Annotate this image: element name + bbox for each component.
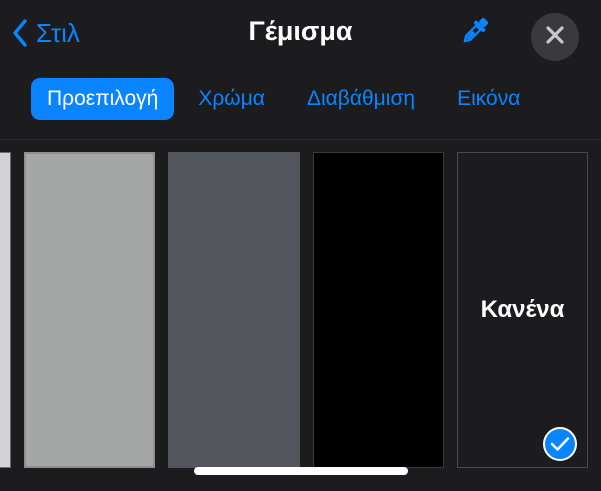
home-indicator [194,467,408,475]
eyedropper-button[interactable] [456,14,492,50]
chevron-left-icon [12,19,28,47]
tab-image[interactable]: Εικόνα [457,78,520,120]
page-title: Γέμισμα [248,16,353,46]
checkmark-icon [543,427,577,461]
back-button[interactable]: Στιλ [12,14,80,52]
swatch-none[interactable]: Κανένα [457,152,588,468]
tab-default[interactable]: Προεπιλογή [31,78,175,120]
swatch-partial[interactable] [0,152,11,468]
close-button[interactable] [531,13,579,61]
divider [0,139,601,140]
swatch-dark-gray[interactable] [168,152,300,468]
close-icon [545,25,565,50]
tab-gradient[interactable]: Διαβάθμιση [307,78,415,120]
eyedropper-icon [456,17,492,54]
swatch-light-gray[interactable] [24,152,155,468]
swatch-none-label: Κανένα [480,296,565,323]
tab-color[interactable]: Χρώμα [198,78,265,120]
segmented-tabs: Προεπιλογή Χρώμα Διαβάθμιση Εικόνα [31,78,520,120]
fill-panel: Στιλ Γέμισμα Προεπιλογή Χρώμα Διαβάθμιση… [0,0,601,491]
swatch-strip[interactable]: Κανένα [0,152,601,470]
header: Στιλ Γέμισμα [0,0,601,66]
swatch-black[interactable] [313,152,444,468]
back-label: Στιλ [36,17,80,48]
